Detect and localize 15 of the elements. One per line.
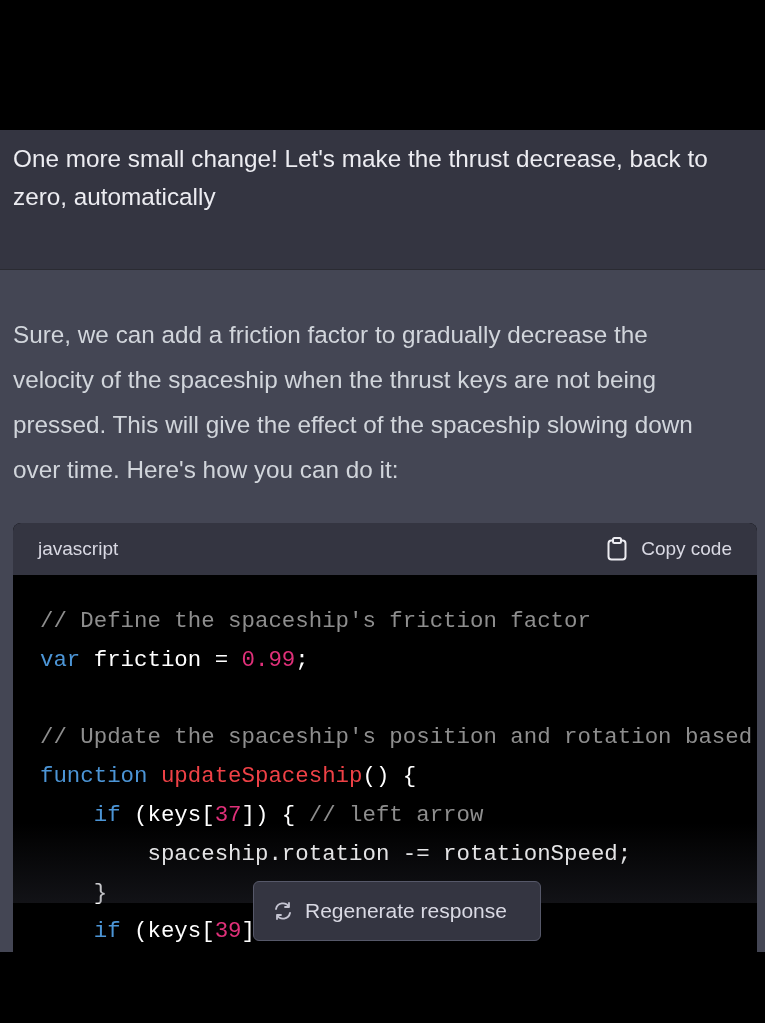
code-line: } [92, 878, 108, 908]
assistant-message: Sure, we can add a friction factor to gradually decrease the velocity of the spaceship when the thrust keys are not being pressed. This will give the effect of the spaceship slowing down over time. Here's how you can do it: [13, 320, 694, 485]
code-line: if (keys[37]) { // left arrow [92, 801, 484, 830]
code-line: // Update the spaceship's position and rotation based [40, 723, 753, 753]
regenerate-response-button[interactable]: Regenerate response [253, 881, 541, 941]
code-line: function updateSpaceship() { [40, 762, 417, 792]
copy-code-button[interactable]: Copy code [607, 537, 732, 561]
code-line: // Define the spaceship's friction factor [40, 607, 591, 636]
clipboard-icon [607, 537, 628, 561]
code-line: spaceship.rotation -= rotationSpeed; [146, 839, 632, 869]
user-message: One more small change! Let's make the thrust decrease, back to zero, automatically [13, 144, 709, 212]
code-line: if (keys[39] [92, 917, 255, 947]
code-line: var friction = 0.99; [40, 645, 309, 675]
refresh-icon [273, 901, 293, 921]
code-language: javascript [38, 538, 119, 560]
